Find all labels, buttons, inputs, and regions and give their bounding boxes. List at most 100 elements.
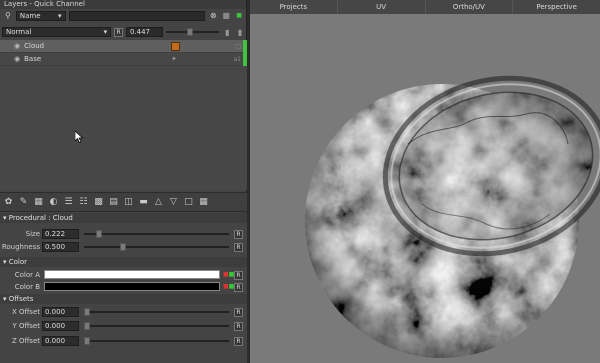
filter-icon[interactable]: ☰ bbox=[63, 197, 74, 208]
color-a-reset-button[interactable]: R bbox=[234, 270, 243, 280]
z-offset-slider-knob[interactable] bbox=[84, 337, 90, 345]
eye-icon[interactable]: ◉ bbox=[14, 42, 20, 50]
lock-icon[interactable]: ■ bbox=[221, 11, 231, 21]
size-slider-knob[interactable] bbox=[96, 230, 102, 238]
move-down-icon[interactable]: ▽ bbox=[168, 197, 179, 208]
filter-select[interactable]: Name ▾ bbox=[15, 10, 66, 21]
viewport-tabs: Projects UV Ortho/UV Perspective bbox=[250, 0, 600, 14]
blend-row: Normal ▾ R 0.447 ▮ ▮ bbox=[0, 26, 247, 38]
y-offset-slider[interactable] bbox=[84, 322, 229, 330]
status-dot-icon: ■ bbox=[236, 12, 242, 19]
color-section-title: Color bbox=[8, 258, 28, 266]
layer-row-base[interactable]: ◉ Base ✦ a1 bbox=[0, 53, 247, 66]
opacity-reset-button[interactable]: R bbox=[114, 27, 123, 37]
tab-uv[interactable]: UV bbox=[337, 0, 426, 14]
offsets-section-header[interactable]: ▾ Offsets bbox=[0, 294, 247, 304]
layer-trail: a1 bbox=[233, 55, 242, 63]
color-b-row: Color B ■■ R bbox=[0, 281, 247, 293]
x-offset-label: X Offset bbox=[11, 308, 40, 316]
layer-toolbar: ✿ ✎ ▦ ◐ ☰ ☷ ▩ ▤ ◫ ▬ △ ▽ □ ▦ bbox=[0, 192, 247, 212]
x-offset-reset-button[interactable]: R bbox=[234, 307, 243, 317]
search-input[interactable] bbox=[68, 10, 206, 21]
procedural-section-header[interactable]: ▾ Procedural : Cloud bbox=[0, 213, 247, 223]
x-offset-row: X Offset 0.000 R bbox=[0, 306, 247, 318]
layer-list: ◉ Cloud □ ◉ Base ✦ a1 bbox=[0, 40, 247, 190]
y-offset-reset-button[interactable]: R bbox=[234, 321, 243, 331]
roughness-slider[interactable] bbox=[84, 243, 229, 251]
material-thumbnail-icon: ✦ bbox=[171, 55, 177, 63]
x-offset-slider-knob[interactable] bbox=[84, 308, 90, 316]
grid-menu-icon[interactable]: ▦ bbox=[198, 197, 209, 208]
layer-name: Base bbox=[24, 55, 42, 63]
color-b-reset-button[interactable]: R bbox=[234, 282, 243, 292]
z-offset-slider[interactable] bbox=[84, 337, 229, 345]
size-slider[interactable] bbox=[84, 230, 229, 238]
lock-icon[interactable]: ▮ bbox=[222, 27, 232, 37]
chevron-down-icon: ▾ bbox=[58, 11, 62, 20]
delete-layer-icon[interactable]: □ bbox=[183, 197, 194, 208]
color-a-label: Color A bbox=[14, 271, 40, 279]
y-offset-label: Y Offset bbox=[12, 322, 40, 330]
roughness-reset-button[interactable]: R bbox=[234, 242, 243, 252]
add-layer-icon[interactable]: ✿ bbox=[3, 197, 14, 208]
adjust-icon[interactable]: ☷ bbox=[78, 197, 89, 208]
size-row: Size 0.222 R bbox=[0, 228, 247, 240]
z-offset-field[interactable]: 0.000 bbox=[42, 336, 79, 346]
merge-icon[interactable]: ▬ bbox=[138, 197, 149, 208]
collapse-icon: ▾ bbox=[3, 214, 7, 222]
color-picker-icon[interactable]: ■■ bbox=[223, 283, 234, 290]
opacity-slider-knob[interactable] bbox=[187, 28, 194, 36]
chevron-down-icon: ▾ bbox=[103, 28, 108, 36]
y-offset-row: Y Offset 0.000 R bbox=[0, 320, 247, 332]
tab-perspective[interactable]: Perspective bbox=[513, 0, 600, 14]
search-icon[interactable]: ⚲ bbox=[3, 11, 13, 21]
filter-row: ⚲ Name ▾ ⊗ ■ ■ bbox=[0, 9, 247, 22]
z-offset-row: Z Offset 0.000 R bbox=[0, 335, 247, 347]
group-icon[interactable]: ▤ bbox=[108, 197, 119, 208]
blend-mode-select[interactable]: Normal ▾ bbox=[2, 27, 112, 37]
color-b-label: Color B bbox=[14, 283, 40, 291]
offsets-section-title: Offsets bbox=[8, 295, 34, 303]
tab-ortho-uv[interactable]: Ortho/UV bbox=[425, 0, 514, 14]
properties-panel: ▾ Procedural : Cloud Size 0.222 R Roughn… bbox=[0, 213, 247, 363]
z-offset-reset-button[interactable]: R bbox=[234, 336, 243, 346]
color-picker-icon[interactable]: ■■ bbox=[223, 271, 234, 278]
fill-layer-icon[interactable]: ▦ bbox=[33, 197, 44, 208]
y-offset-field[interactable]: 0.000 bbox=[42, 321, 79, 331]
lock-icon[interactable]: □ bbox=[235, 43, 241, 50]
size-label: Size bbox=[25, 230, 40, 238]
y-offset-slider-knob[interactable] bbox=[84, 322, 90, 330]
roughness-field[interactable]: 0.500 bbox=[42, 242, 79, 252]
mouse-cursor-icon bbox=[75, 131, 83, 143]
color-a-swatch[interactable] bbox=[44, 270, 220, 279]
roughness-slider-knob[interactable] bbox=[120, 243, 126, 251]
textured-sphere-model[interactable] bbox=[250, 14, 600, 363]
move-up-icon[interactable]: △ bbox=[153, 197, 164, 208]
mask-icon[interactable]: ◐ bbox=[48, 197, 59, 208]
opacity-field[interactable]: 0.447 bbox=[125, 27, 164, 37]
tab-projects[interactable]: Projects bbox=[250, 0, 338, 14]
eye-icon[interactable]: ◉ bbox=[14, 55, 20, 63]
clear-icon[interactable]: ⊗ bbox=[208, 11, 218, 21]
color-section-header[interactable]: ▾ Color bbox=[0, 257, 247, 267]
x-offset-slider[interactable] bbox=[84, 308, 229, 316]
x-offset-field[interactable]: 0.000 bbox=[42, 307, 79, 317]
collapse-icon: ▾ bbox=[3, 258, 7, 266]
opacity-slider[interactable] bbox=[166, 28, 220, 36]
filter-select-value: Name bbox=[19, 11, 41, 20]
size-field[interactable]: 0.222 bbox=[42, 229, 79, 239]
z-offset-label: Z Offset bbox=[11, 337, 40, 345]
roughness-row: Roughness 0.500 R bbox=[0, 241, 247, 253]
viewport[interactable]: Projects UV Ortho/UV Perspective bbox=[250, 0, 600, 363]
procedural-thumbnail-icon bbox=[171, 42, 180, 51]
collapse-icon: ▾ bbox=[3, 295, 7, 303]
layer-row-cloud[interactable]: ◉ Cloud □ bbox=[0, 40, 247, 53]
link-icon[interactable]: ▮ bbox=[235, 27, 245, 37]
paint-layer-icon[interactable]: ✎ bbox=[18, 197, 29, 208]
color-b-swatch[interactable] bbox=[44, 282, 220, 291]
layer-name: Cloud bbox=[24, 42, 45, 50]
panel-title: Layers - Quick Channel bbox=[0, 0, 246, 9]
procedural-icon[interactable]: ▩ bbox=[93, 197, 104, 208]
duplicate-icon[interactable]: ◫ bbox=[123, 197, 134, 208]
size-reset-button[interactable]: R bbox=[234, 229, 243, 239]
